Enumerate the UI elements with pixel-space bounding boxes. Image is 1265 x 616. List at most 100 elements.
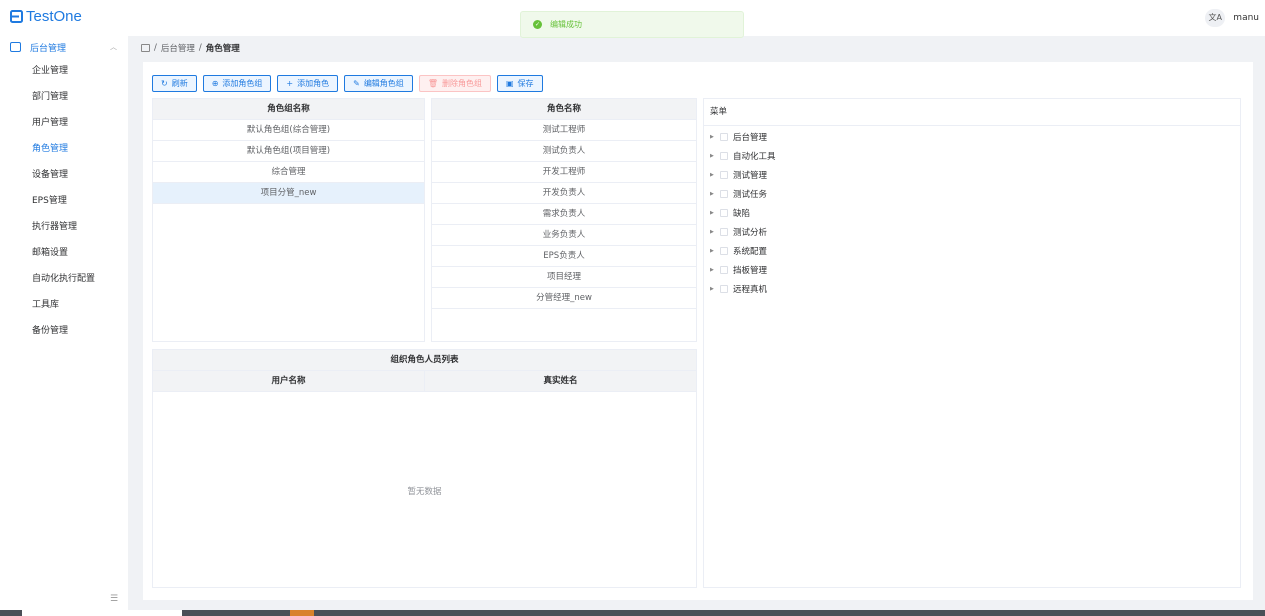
column-username: 用户名称 [153,371,425,392]
caret-right-icon[interactable]: ▶ [710,267,720,273]
role-row[interactable]: 分管经理_new [432,288,696,309]
sidebar-group-admin[interactable]: 后台管理 ︿ [0,36,128,58]
taskbar-search-box[interactable] [22,610,182,616]
app-logo[interactable]: TestOne [10,8,82,25]
menu-checkbox[interactable] [720,284,728,293]
role-row[interactable]: 业务负责人 [432,225,696,246]
breadcrumb-parent[interactable]: 后台管理 [161,42,195,54]
sidebar-item[interactable]: 部门管理 [0,84,128,110]
caret-right-icon[interactable]: ▶ [710,172,720,178]
role-row[interactable]: EPS负责人 [432,246,696,267]
collapse-menu-icon[interactable]: ☰ [110,594,118,604]
app-name: TestOne [26,8,82,25]
toolbar: ↻ 刷新 ⊕ 添加角色组 + 添加角色 ✎ 编辑角色组 🗑 删除角色组 ▣ 保存 [152,75,543,92]
menu-node-label: 系统配置 [733,246,768,257]
sidebar-item[interactable]: 工具库 [0,292,128,318]
menu-checkbox[interactable] [720,151,728,160]
monitor-icon [10,42,21,52]
menu-checkbox[interactable] [720,208,728,217]
sidebar-item[interactable]: 角色管理 [0,136,128,162]
caret-right-icon[interactable]: ▶ [710,191,720,197]
caret-right-icon[interactable]: ▶ [710,229,720,235]
role-row[interactable]: 需求负责人 [432,204,696,225]
save-button[interactable]: ▣ 保存 [496,75,543,92]
role-group-row[interactable]: 项目分管_new [153,183,424,204]
caret-right-icon[interactable]: ▶ [710,153,720,159]
menu-tree-node[interactable]: ▶ 测试任务 [704,184,1240,203]
translate-icon[interactable]: 文A [1205,9,1226,27]
menu-node-label: 测试管理 [733,170,768,181]
toast-message: 编辑成功 [550,20,582,29]
role-group-row[interactable]: 综合管理 [153,162,424,183]
add-role-group-button[interactable]: ⊕ 添加角色组 [202,75,272,92]
menu-checkbox[interactable] [720,132,728,141]
delete-role-group-button[interactable]: 🗑 删除角色组 [418,75,491,92]
member-table: 组织角色人员列表 用户名称 真实姓名 暂无数据 [152,349,697,588]
sidebar-item[interactable]: EPS管理 [0,188,128,214]
refresh-button[interactable]: ↻ 刷新 [152,75,197,92]
menu-node-label: 后台管理 [733,132,768,143]
sidebar-item[interactable]: 设备管理 [0,162,128,188]
role-group-row[interactable]: 默认角色组(项目管理) [153,141,424,162]
role-row[interactable]: 开发工程师 [432,162,696,183]
taskbar-app[interactable] [290,610,314,616]
username[interactable]: manu [1233,13,1259,23]
caret-right-icon[interactable]: ▶ [710,248,720,254]
sidebar-item[interactable]: 企业管理 [0,58,128,84]
sidebar-item[interactable]: 执行器管理 [0,214,128,240]
menu-tree-node[interactable]: ▶ 远程真机 [704,279,1240,298]
breadcrumb-current: 角色管理 [205,44,240,54]
role-row[interactable]: 开发负责人 [432,183,696,204]
sidebar-item[interactable]: 自动化执行配置 [0,266,128,292]
sidebar-group-label: 后台管理 [30,43,67,54]
menu-checkbox[interactable] [720,265,728,274]
sidebar-item[interactable]: 邮箱设置 [0,240,128,266]
menu-checkbox[interactable] [720,170,728,179]
chevron-up-icon: ︿ [110,43,117,51]
success-toast: ✓ 编辑成功 [520,11,744,38]
column-realname: 真实姓名 [425,371,696,392]
sidebar-item[interactable]: 用户管理 [0,110,128,136]
breadcrumb-separator: / [154,43,157,53]
logo-icon [10,10,23,23]
save-icon: ▣ [505,79,514,88]
save-label: 保存 [517,79,534,88]
empty-text: 暂无数据 [407,487,442,497]
role-table: 角色名称 测试工程师 测试负责人 开发工程师 开发负责人 需求负责人 业务负责人 EPS负责… [431,98,697,342]
menu-checkbox[interactable] [720,189,728,198]
menu-tree-node[interactable]: ▶ 测试分析 [704,222,1240,241]
menu-checkbox[interactable] [720,227,728,236]
role-row[interactable]: 项目经理 [432,267,696,288]
caret-right-icon[interactable]: ▶ [710,134,720,140]
add-role-button[interactable]: + 添加角色 [277,75,339,92]
trash-icon: 🗑 [427,79,438,88]
role-header: 角色名称 [432,99,696,120]
refresh-icon: ↻ [161,79,168,88]
menu-tree-node[interactable]: ▶ 自动化工具 [704,146,1240,165]
edit-role-group-label: 编辑角色组 [363,79,404,88]
menu-node-label: 远程真机 [733,284,768,295]
menu-tree-panel: 菜单 ▶ 后台管理 ▶ 自动化工具 ▶ 测试管理 ▶ 测试任务 ▶ 缺陷 ▶ 测试分析 ▶ 系统配置 ▶ 挡板… [703,98,1241,588]
menu-tree-node[interactable]: ▶ 测试管理 [704,165,1240,184]
menu-node-label: 自动化工具 [733,151,776,162]
delete-role-group-label: 删除角色组 [441,79,482,88]
caret-right-icon[interactable]: ▶ [710,286,720,292]
role-row[interactable]: 测试负责人 [432,141,696,162]
menu-header: 菜单 [704,99,1240,126]
add-role-group-label: 添加角色组 [222,79,263,88]
home-icon[interactable] [141,44,150,52]
role-row[interactable]: 测试工程师 [432,120,696,141]
menu-tree-node[interactable]: ▶ 后台管理 [704,127,1240,146]
menu-tree-node[interactable]: ▶ 缺陷 [704,203,1240,222]
role-group-row[interactable]: 默认角色组(综合管理) [153,120,424,141]
caret-right-icon[interactable]: ▶ [710,210,720,216]
menu-tree-node[interactable]: ▶ 挡板管理 [704,260,1240,279]
add-role-label: 添加角色 [297,79,330,88]
edit-role-group-button[interactable]: ✎ 编辑角色组 [344,75,413,92]
menu-node-label: 测试任务 [733,189,768,200]
menu-checkbox[interactable] [720,246,728,255]
refresh-label: 刷新 [171,79,188,88]
sidebar-item[interactable]: 备份管理 [0,318,128,344]
menu-node-label: 挡板管理 [733,265,768,276]
menu-tree-node[interactable]: ▶ 系统配置 [704,241,1240,260]
